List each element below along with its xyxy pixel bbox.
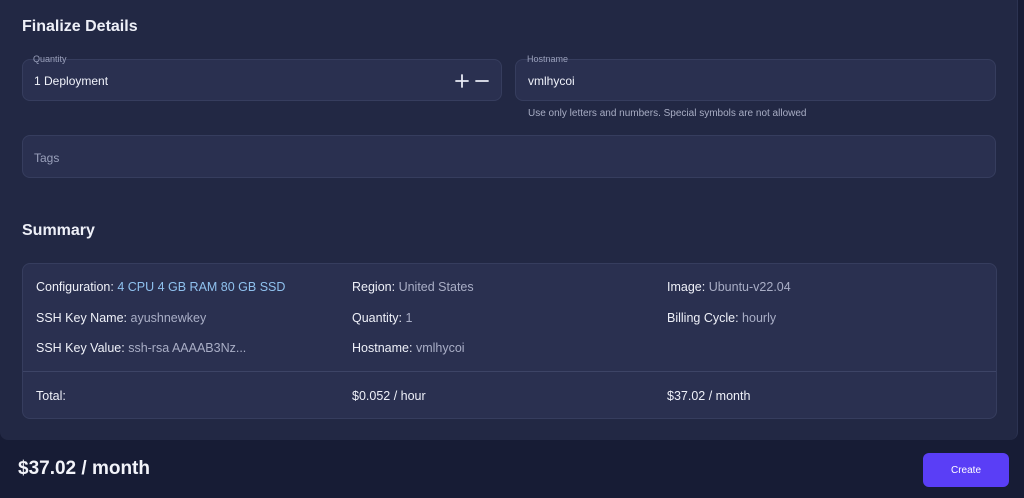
summary-billing-cycle: Billing Cycle: hourly bbox=[667, 311, 777, 325]
decrement-button[interactable] bbox=[474, 73, 490, 89]
hostname-helper-text: Use only letters and numbers. Special sy… bbox=[528, 108, 807, 119]
summary-quantity: Quantity: 1 bbox=[352, 311, 413, 325]
summary-hostname: Hostname: vmlhycoi bbox=[352, 341, 465, 355]
summary-ssh-key-name: SSH Key Name: ayushnewkey bbox=[36, 311, 207, 325]
summary-divider bbox=[23, 371, 996, 372]
summary-region: Region: United States bbox=[352, 280, 474, 294]
create-button[interactable]: Create bbox=[923, 453, 1009, 487]
hostname-value: vmlhycoi bbox=[528, 74, 575, 88]
summary-card: Configuration: 4 CPU 4 GB RAM 80 GB SSD … bbox=[22, 263, 997, 419]
summary-image: Image: Ubuntu-v22.04 bbox=[667, 280, 791, 294]
quantity-value: 1 Deployment bbox=[34, 74, 109, 88]
quantity-label: Quantity bbox=[33, 54, 67, 64]
footer-price: $37.02 / month bbox=[18, 458, 150, 479]
total-hourly: $0.052 / hour bbox=[352, 389, 426, 403]
summary-ssh-key-value: SSH Key Value: ssh-rsa AAAAB3Nz... bbox=[36, 341, 247, 355]
summary-title: Summary bbox=[22, 222, 95, 239]
quantity-stepper[interactable]: 1 Deployment bbox=[22, 59, 502, 101]
summary-configuration: Configuration: 4 CPU 4 GB RAM 80 GB SSD bbox=[36, 280, 286, 294]
increment-button[interactable] bbox=[454, 73, 470, 89]
total-label: Total: bbox=[36, 389, 66, 403]
finalize-panel: Finalize Details 1 Deployment Quantity v… bbox=[0, 0, 1018, 440]
hostname-field[interactable]: vmlhycoi bbox=[515, 59, 996, 101]
finalize-details-title: Finalize Details bbox=[22, 18, 138, 35]
minus-icon bbox=[475, 80, 489, 82]
plus-icon bbox=[455, 74, 469, 88]
hostname-label: Hostname bbox=[527, 54, 569, 64]
tags-input[interactable]: Tags bbox=[22, 135, 996, 178]
total-monthly: $37.02 / month bbox=[667, 389, 751, 403]
tags-placeholder: Tags bbox=[34, 151, 60, 165]
